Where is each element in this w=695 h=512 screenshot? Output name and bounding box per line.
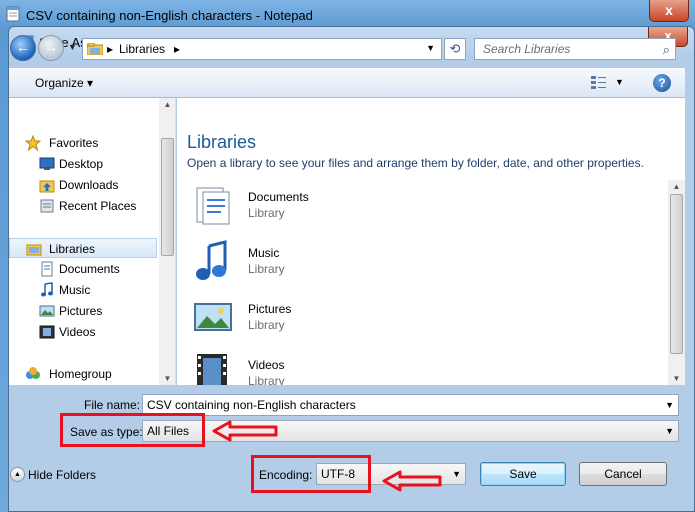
views-icon[interactable] — [591, 76, 607, 90]
forward-arrow-icon: → — [44, 39, 58, 55]
documents-library-icon — [196, 187, 230, 225]
library-pictures-kind: Library — [248, 318, 285, 332]
views-dropdown-icon[interactable]: ▼ — [615, 77, 624, 87]
annotation-encoding-box — [251, 455, 371, 493]
recent-places-icon — [39, 198, 55, 214]
nav-documents[interactable]: Documents — [9, 259, 159, 279]
hide-folders-label: Hide Folders — [28, 468, 97, 482]
save-as-type-dropdown-icon[interactable]: ▼ — [665, 426, 674, 436]
nav-favorites[interactable]: Favorites — [9, 133, 159, 153]
breadcrumb-separator-icon[interactable]: ▸ — [107, 42, 113, 56]
libraries-icon — [26, 241, 42, 257]
documents-icon — [39, 261, 55, 277]
scroll-down-arrow-icon[interactable]: ▼ — [668, 374, 685, 383]
nav-libraries-label: Libraries — [49, 242, 96, 256]
search-icon[interactable]: ⌕ — [663, 42, 670, 58]
organize-button[interactable]: Organize ▾ — [35, 76, 93, 90]
command-toolbar: Organize ▾ ▼ ? — [9, 68, 685, 98]
nav-recent-places-label: Recent Places — [59, 199, 137, 213]
library-documents[interactable]: Documents Library — [191, 184, 491, 232]
annotation-arrow-icon — [382, 470, 442, 492]
scrollbar-thumb[interactable] — [161, 138, 174, 256]
encoding-dropdown-icon[interactable]: ▼ — [452, 469, 461, 479]
nav-videos[interactable]: Videos — [9, 322, 159, 342]
cancel-button[interactable]: Cancel — [579, 462, 667, 486]
search-box[interactable]: ⌕ — [474, 38, 676, 60]
library-documents-name: Documents — [248, 190, 309, 204]
star-icon — [24, 134, 42, 152]
file-name-dropdown-icon[interactable]: ▼ — [665, 400, 674, 410]
desktop-icon — [39, 156, 55, 172]
annotation-arrow-icon — [212, 420, 278, 442]
library-music-name: Music — [248, 246, 280, 260]
refresh-button[interactable]: ⟲ — [444, 38, 466, 60]
file-name-label: File name: — [84, 398, 141, 412]
pictures-icon — [39, 303, 55, 319]
nav-desktop-label: Desktop — [59, 157, 104, 171]
help-icon[interactable]: ? — [653, 74, 671, 92]
scrollbar-thumb[interactable] — [670, 194, 683, 354]
nav-downloads[interactable]: Downloads — [9, 175, 159, 195]
nav-music[interactable]: Music — [9, 280, 159, 300]
downloads-folder-icon — [39, 177, 55, 193]
homegroup-icon — [25, 366, 41, 382]
annotation-save-as-type-box — [60, 413, 205, 447]
notepad-icon — [6, 6, 20, 22]
videos-icon — [39, 324, 55, 340]
library-videos[interactable]: Videos Library — [191, 352, 491, 385]
music-icon — [39, 282, 55, 298]
breadcrumb-libraries[interactable]: Libraries — [119, 42, 165, 56]
music-library-icon — [196, 240, 227, 280]
nav-libraries[interactable]: Libraries — [9, 238, 157, 258]
back-button[interactable]: ← — [10, 35, 36, 61]
library-videos-kind: Library — [248, 374, 285, 385]
nav-homegroup-label: Homegroup — [49, 367, 112, 381]
notepad-title: CSV containing non-English characters - … — [26, 8, 313, 23]
nav-pane-scrollbar[interactable]: ▲ ▼ — [159, 98, 175, 385]
library-pictures-name: Pictures — [248, 302, 292, 316]
nav-favorites-label: Favorites — [49, 136, 99, 150]
notepad-close-button[interactable]: x — [649, 0, 689, 22]
library-documents-kind: Library — [248, 206, 285, 220]
nav-downloads-label: Downloads — [59, 178, 119, 192]
back-arrow-icon: ← — [16, 39, 30, 55]
scroll-up-arrow-icon[interactable]: ▲ — [159, 100, 175, 109]
hide-folders-button[interactable]: ▲ Hide Folders — [10, 467, 97, 482]
videos-library-icon — [197, 354, 227, 385]
scroll-up-arrow-icon[interactable]: ▲ — [668, 182, 685, 191]
content-pane-scrollbar[interactable]: ▲ ▼ — [668, 180, 685, 385]
nav-documents-label: Documents — [59, 262, 120, 276]
search-input[interactable] — [481, 40, 651, 58]
collapse-up-icon: ▲ — [10, 467, 25, 482]
libraries-subheading: Open a library to see your files and arr… — [187, 156, 644, 170]
pictures-library-icon — [194, 303, 232, 331]
file-name-field[interactable]: CSV containing non-English characters ▼ — [142, 394, 679, 416]
save-button[interactable]: Save — [480, 462, 566, 486]
nav-videos-label: Videos — [59, 325, 96, 339]
nav-desktop[interactable]: Desktop — [9, 154, 159, 174]
content-pane: Libraries Open a library to see your fil… — [177, 98, 685, 385]
libraries-heading: Libraries — [187, 132, 257, 152]
nav-recent-places[interactable]: Recent Places — [9, 196, 159, 216]
address-dropdown-icon[interactable]: ▼ — [426, 43, 435, 53]
library-music[interactable]: Music Library — [191, 240, 491, 288]
file-name-value[interactable]: CSV containing non-English characters — [147, 398, 356, 412]
recent-pages-dropdown-icon[interactable]: ▼ — [68, 42, 77, 52]
nav-music-label: Music — [59, 283, 91, 297]
scroll-down-arrow-icon[interactable]: ▼ — [159, 374, 175, 383]
forward-button[interactable]: → — [38, 35, 64, 61]
navigation-pane: Favorites Desktop Downloads Recent Place… — [9, 98, 176, 385]
nav-homegroup[interactable]: Homegroup — [9, 364, 159, 384]
breadcrumb-separator-icon[interactable]: ▸ — [174, 42, 180, 56]
nav-pictures[interactable]: Pictures — [9, 301, 159, 321]
libraries-folder-icon — [87, 43, 103, 55]
library-pictures[interactable]: Pictures Library — [191, 296, 491, 344]
address-bar[interactable]: ▸ Libraries ▸ ▼ — [82, 38, 442, 60]
library-videos-name: Videos — [248, 358, 285, 372]
nav-pictures-label: Pictures — [59, 304, 103, 318]
library-music-kind: Library — [248, 262, 285, 276]
